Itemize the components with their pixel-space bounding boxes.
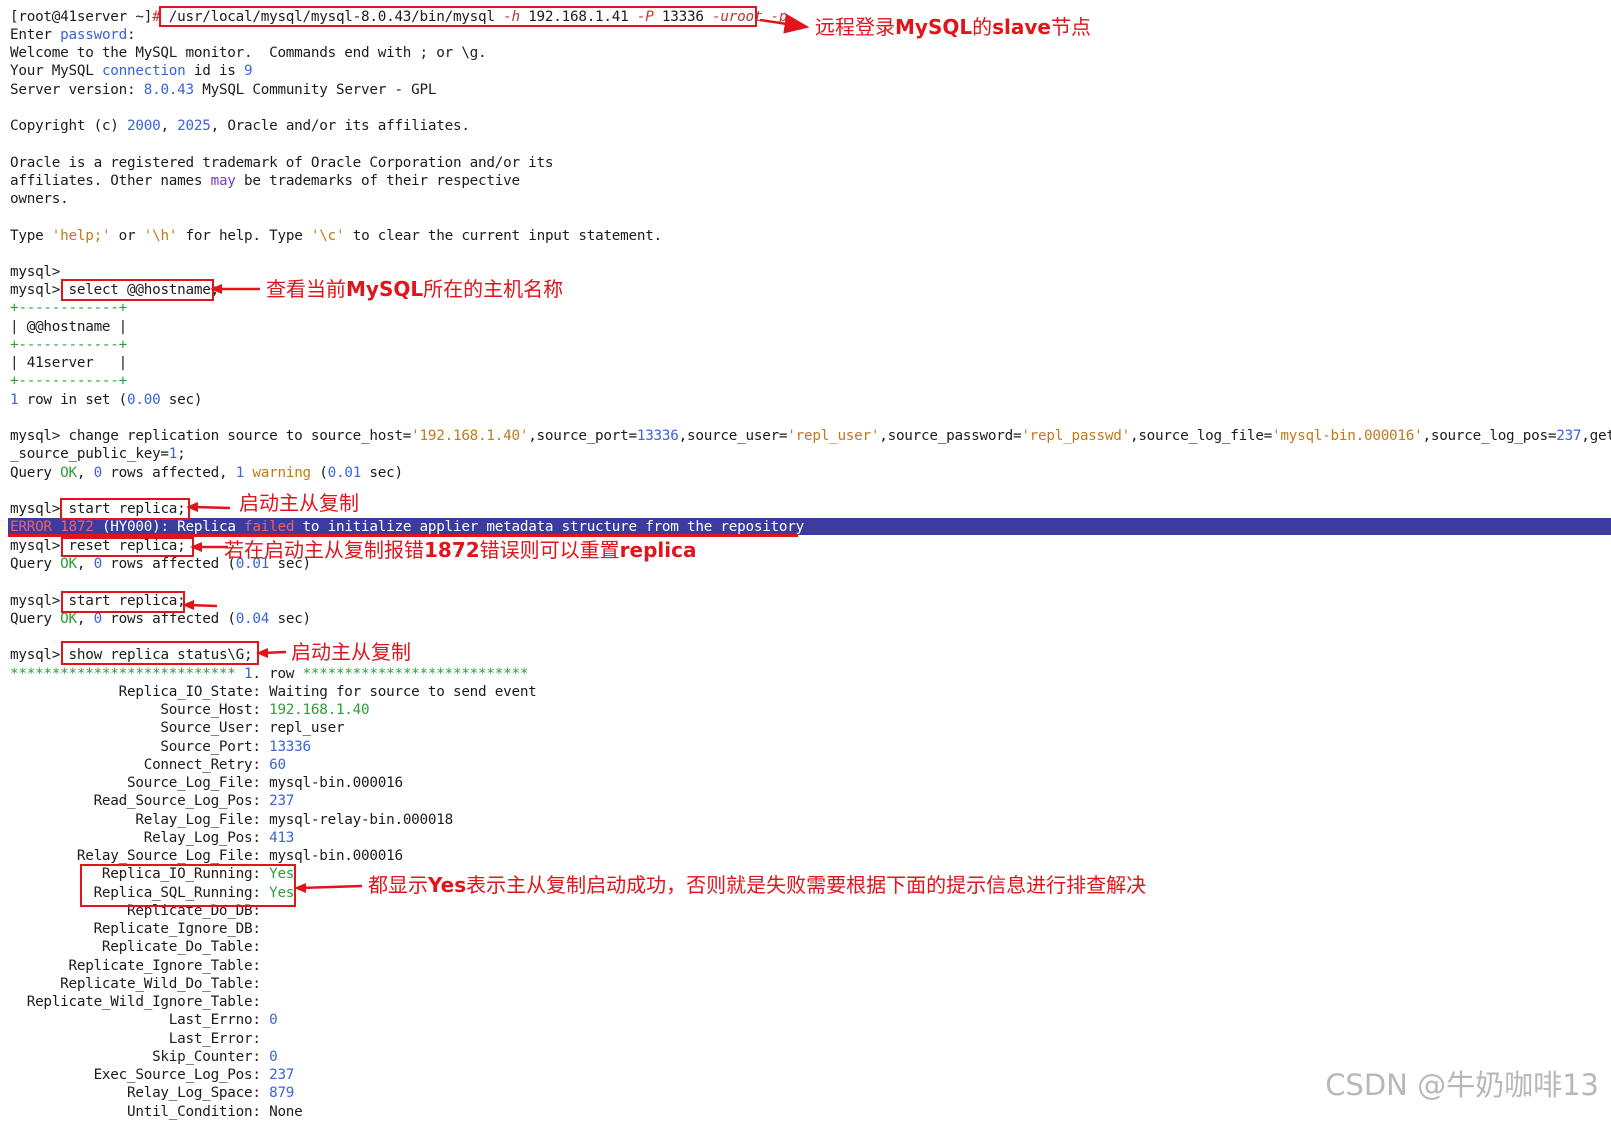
note-show-status: 启动主从复制 xyxy=(291,640,411,664)
arrow-start xyxy=(193,505,231,510)
annotation-arrows xyxy=(182,13,810,893)
arrow-login xyxy=(759,13,810,34)
note-start-replica: 启动主从复制 xyxy=(239,491,359,515)
terminal-window[interactable]: [root@41server ~]# /usr/local/mysql/mysq… xyxy=(0,0,1611,1137)
arrow-running xyxy=(299,884,363,890)
note-running-yes: 都显示Yes表示主从复制启动成功，否则就是失败需要根据下面的提示信息进行排查解决 xyxy=(368,873,1147,897)
note-hostname: 查看当前MySQL所在的主机名称 xyxy=(266,277,564,301)
note-remote-login: 远程登录MySQL的slave节点 xyxy=(815,15,1091,39)
csdn-watermark: CSDN @牛奶咖啡13 xyxy=(1325,1068,1599,1102)
note-reset-replica: 若在启动主从复制报错1872错误则可以重置replica xyxy=(224,538,697,562)
